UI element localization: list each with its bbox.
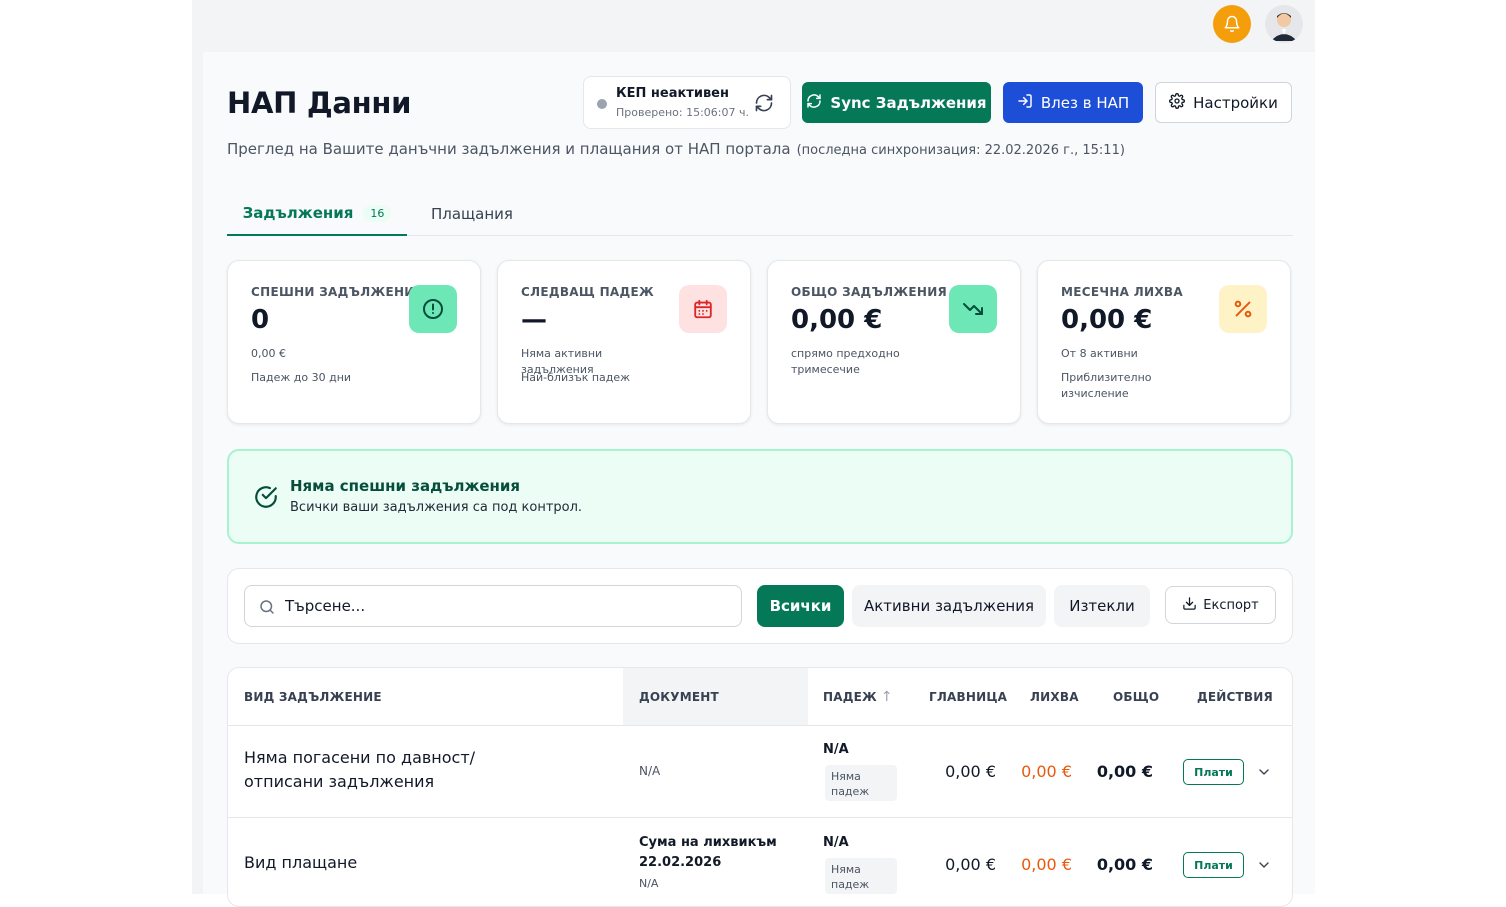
card-total-obligations: ОБЩО ЗАДЪЛЖЕНИЯ 0,00 € спрямо предходно … [767,260,1021,424]
card-sub2: Падеж до 30 дни [251,371,352,384]
no-urgent-alert: Няма спешни задължения Всички ваши задъл… [227,449,1293,544]
header-document[interactable]: ДОКУМЕНТ [639,668,719,725]
filter-bar: Всички Активни задължения Изтекли Експор… [227,568,1293,644]
row-due: N/A [823,835,849,850]
row-due: N/A [823,742,849,757]
trending-down-icon [949,285,997,333]
row-total: 0,00 € [1096,762,1153,781]
tab-payments-label: Плащания [431,204,513,223]
row-kind: Няма погасени по давност/отписани задълж… [244,748,476,791]
tab-obligations[interactable]: Задължения 16 [227,192,407,236]
card-value: — [521,305,547,335]
alert-title: Няма спешни задължения [290,477,521,495]
row-principal: 0,00 € [945,855,996,874]
tab-obligations-label: Задължения [242,204,354,222]
header-principal[interactable]: ГЛАВНИЦА [929,668,1007,725]
kep-status-box: КЕП неактивен Проверено: 15:06:07 ч. [583,76,791,129]
pay-button[interactable]: Плати [1183,759,1244,785]
pay-button[interactable]: Плати [1183,852,1244,878]
card-value: 0 [251,305,270,335]
bell-icon[interactable] [1213,5,1251,43]
avatar[interactable] [1265,5,1303,43]
app-frame: НАП Данни Преглед на Вашите данъчни задъ… [192,0,1315,907]
row-kind: Вид плащане [244,853,358,872]
card-sub1: От 8 активни [1061,347,1138,360]
kep-status-label: КЕП неактивен [616,86,729,101]
kep-status-dot [597,99,607,109]
subtitle-text: Преглед на Вашите данъчни задължения и п… [227,140,791,158]
sync-obligations-button[interactable]: Sync Задължения [802,82,991,123]
login-icon [1017,93,1033,113]
row-due-badge: Няма падеж [825,858,897,894]
header-due[interactable]: ПАДЕЖ ↑ [823,668,893,725]
search-box [244,585,742,627]
filter-all-button[interactable]: Всички [757,585,844,627]
export-button[interactable]: Експорт [1165,586,1276,624]
percent-icon [1219,285,1267,333]
row-total: 0,00 € [1096,855,1153,874]
card-sub2: Най-близък падеж [521,371,631,384]
filter-expired-button[interactable]: Изтекли [1054,585,1150,627]
alert-circle-icon [409,285,457,333]
page-subtitle: Преглед на Вашите данъчни задължения и п… [227,140,1125,158]
export-label: Експорт [1203,597,1259,613]
row-document-date: 22.02.2026 [639,855,722,870]
sync-label: Sync Задължения [830,93,987,112]
card-label: СПЕШНИ ЗАДЪЛЖЕНИЯ [251,285,425,299]
chevron-down-icon[interactable] [1256,764,1272,780]
sort-arrow-icon: ↑ [880,688,893,705]
row-interest: 0,00 € [1021,762,1072,781]
card-sub1: 0,00 € [251,347,286,360]
settings-label: Настройки [1193,93,1278,112]
tab-payments[interactable]: Плащания [431,192,513,235]
header-actions: ДЕЙСТВИЯ [1197,689,1273,704]
row-principal: 0,00 € [945,762,996,781]
search-input[interactable] [285,594,725,618]
row-document-sub: N/A [639,877,659,890]
card-urgent-obligations: СПЕШНИ ЗАДЪЛЖЕНИЯ 0 0,00 € Падеж до 30 д… [227,260,481,424]
login-nap-button[interactable]: Влез в НАП [1003,82,1143,123]
card-value: 0,00 € [791,305,883,335]
settings-button[interactable]: Настройки [1155,82,1292,123]
top-bar [192,0,1315,52]
header-interest[interactable]: ЛИХВА [1030,668,1079,725]
calendar-icon [679,285,727,333]
download-icon [1182,596,1197,615]
row-interest: 0,00 € [1021,855,1072,874]
card-label: ОБЩО ЗАДЪЛЖЕНИЯ [791,285,948,299]
check-circle-icon [253,484,279,510]
page-title: НАП Данни [227,86,412,120]
search-icon [258,598,276,616]
sync-icon [806,93,822,113]
alert-text: Всички ваши задължения са под контрол. [290,500,583,515]
last-sync-text: (последна синхронизация: 22.02.2026 г., … [796,143,1125,158]
header-kind[interactable]: ВИД ЗАДЪЛЖЕНИЕ [244,668,382,725]
login-label: Влез в НАП [1040,93,1130,112]
filter-active-button[interactable]: Активни задължения [852,585,1046,627]
gear-icon [1169,92,1186,113]
table-row: Няма погасени по давност/отписани задълж… [228,726,1292,818]
refresh-icon[interactable] [754,93,774,113]
card-sub1: спрямо предходно тримесечие [791,347,900,376]
header-total[interactable]: ОБЩО [1113,668,1159,725]
tabs: Задължения 16 Плащания [227,192,1293,236]
card-label: СЛЕДВАЩ ПАДЕЖ [521,285,654,299]
obligations-table: ВИД ЗАДЪЛЖЕНИЕ ДОКУМЕНТ ПАДЕЖ ↑ ГЛАВНИЦА… [227,667,1293,907]
tab-obligations-count: 16 [363,204,392,222]
page-content: НАП Данни Преглед на Вашите данъчни задъ… [203,52,1315,907]
chevron-down-icon[interactable] [1256,857,1272,873]
row-document: N/A [639,764,661,778]
row-due-badge: Няма падеж [825,765,897,801]
card-next-due: СЛЕДВАЩ ПАДЕЖ — Няма активни задължения … [497,260,751,424]
card-value: 0,00 € [1061,305,1153,335]
card-sub2: Приблизително изчисление [1061,371,1152,400]
card-monthly-interest: МЕСЕЧНА ЛИХВА 0,00 € От 8 активни Прибли… [1037,260,1291,424]
card-label: МЕСЕЧНА ЛИХВА [1061,285,1183,299]
kep-checked-time: Проверено: 15:06:07 ч. [616,106,750,119]
header-due-label: ПАДЕЖ [823,689,877,704]
row-document: Сума на лихвикъм [639,835,777,850]
